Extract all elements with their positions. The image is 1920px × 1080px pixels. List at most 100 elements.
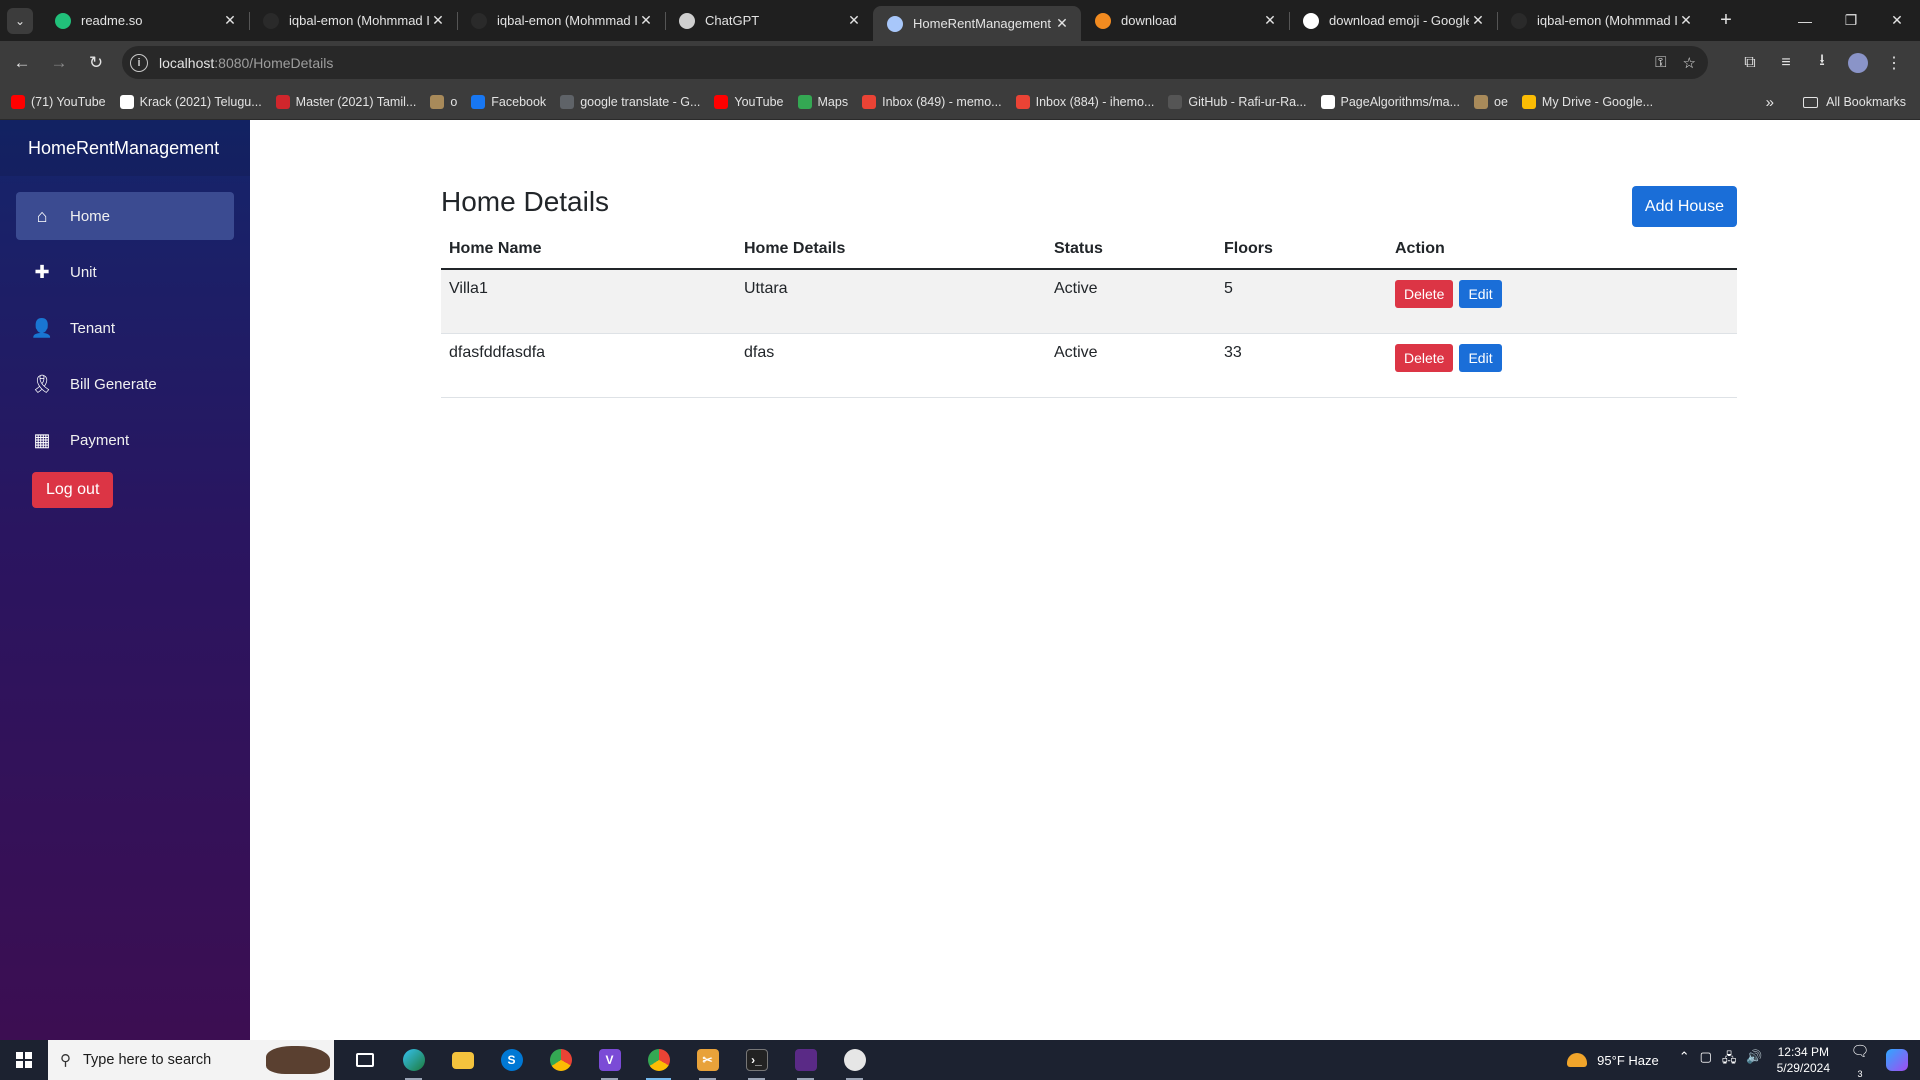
restore-button[interactable]: ❐: [1828, 0, 1874, 41]
bookmark-item[interactable]: PageAlgorithms/ma...: [1320, 94, 1460, 109]
file-explorer-app[interactable]: [438, 1040, 487, 1080]
close-tab-icon[interactable]: ✕: [1677, 12, 1695, 29]
copilot-icon[interactable]: [1886, 1049, 1908, 1071]
clock[interactable]: 12:34 PM 5/29/2024: [1777, 1044, 1830, 1076]
address-bar[interactable]: i localhost:8080/HomeDetails ⚿ ☆: [122, 46, 1708, 79]
sidebar-item-bill-generate[interactable]: 🎗 Bill Generate: [16, 360, 234, 408]
bookmark-item[interactable]: (71) YouTube: [11, 94, 106, 109]
homes-table: Home Name Home Details Status Floors Act…: [441, 229, 1737, 398]
bookmark-item[interactable]: oe: [1474, 94, 1508, 109]
notification-button[interactable]: 🗨3: [1848, 1042, 1872, 1079]
url-text[interactable]: localhost:8080/HomeDetails: [159, 55, 333, 71]
close-tab-icon[interactable]: ✕: [1053, 15, 1071, 32]
bookmark-item[interactable]: Krack (2021) Telugu...: [119, 94, 262, 109]
browser-tab[interactable]: iqbal-emon (Mohmmad I ✕: [1497, 0, 1705, 41]
more-menu-icon[interactable]: ⋮: [1876, 53, 1912, 73]
start-button[interactable]: [0, 1040, 48, 1080]
browser-tab[interactable]: iqbal-emon (Mohmmad I ✕: [457, 0, 665, 41]
bookmark-item[interactable]: YouTube: [714, 94, 784, 109]
close-tab-icon[interactable]: ✕: [429, 12, 447, 29]
bookmark-item[interactable]: google translate - G...: [560, 94, 700, 109]
back-button[interactable]: ←: [7, 48, 37, 78]
all-bookmarks-button[interactable]: All Bookmarks: [1803, 84, 1906, 120]
bookmark-item[interactable]: My Drive - Google...: [1521, 94, 1653, 109]
bookmark-item[interactable]: Inbox (884) - ihemo...: [1015, 94, 1154, 109]
close-window-button[interactable]: ✕: [1874, 0, 1920, 41]
bookmark-item[interactable]: GitHub - Rafi-ur-Ra...: [1168, 94, 1307, 109]
browser-tab[interactable]: download emoji - Google ✕: [1289, 0, 1497, 41]
extensions-icon[interactable]: ⧉: [1732, 54, 1768, 72]
terminal-icon: ›_: [745, 1049, 768, 1071]
ide-app[interactable]: [781, 1040, 830, 1080]
snip-app[interactable]: ✂: [683, 1040, 732, 1080]
delete-button[interactable]: Delete: [1395, 343, 1454, 372]
close-tab-icon[interactable]: ✕: [637, 12, 655, 29]
weather-widget[interactable]: 95°F Haze: [1567, 1053, 1659, 1068]
home-name-cell: Villa1: [441, 269, 736, 334]
chrome-app[interactable]: [536, 1040, 585, 1080]
bookmark-label: YouTube: [734, 94, 784, 109]
terminal-app[interactable]: ›_: [732, 1040, 781, 1080]
close-tab-icon[interactable]: ✕: [845, 12, 863, 29]
media-queue-icon[interactable]: ≡: [1768, 54, 1804, 72]
plus-icon: +: [1720, 9, 1732, 31]
reload-button[interactable]: ↻: [81, 48, 111, 78]
bookmark-favicon-icon: [560, 94, 575, 109]
taskbar-search-box[interactable]: ⚲ Type here to search: [48, 1040, 334, 1080]
close-tab-icon[interactable]: ✕: [221, 12, 239, 29]
visual-studio-app[interactable]: V: [585, 1040, 634, 1080]
column-header: Status: [1046, 229, 1216, 270]
sidebar-item-home[interactable]: ⌂ Home: [16, 192, 234, 240]
folder-icon: [1803, 96, 1819, 108]
bookmark-star-icon[interactable]: ☆: [1683, 54, 1696, 72]
bookmark-item[interactable]: Maps: [797, 94, 848, 109]
password-key-icon[interactable]: ⚿: [1655, 54, 1666, 71]
sidebar-item-unit[interactable]: ✚ Unit: [16, 248, 234, 296]
bookmark-item[interactable]: Master (2021) Tamil...: [275, 94, 416, 109]
sidebar-nav: ⌂ Home ✚ Unit 👤 Tenant 🎗 Bill Generate ▦ Payment: [0, 192, 250, 464]
bookmark-favicon-icon: [1474, 94, 1488, 109]
bookmark-item[interactable]: Facebook: [471, 94, 546, 109]
browser-tab[interactable]: readme.so ✕: [41, 0, 249, 41]
sidebar-item-tenant[interactable]: 👤 Tenant: [16, 304, 234, 352]
database-app[interactable]: [830, 1040, 879, 1080]
skype-app[interactable]: S: [487, 1040, 536, 1080]
downloads-icon[interactable]: ⭳: [1804, 49, 1840, 76]
chevron-up-icon[interactable]: ⌃: [1679, 1049, 1690, 1071]
arrow-right-icon: →: [50, 52, 68, 72]
minimize-button[interactable]: —: [1782, 0, 1828, 41]
bookmark-item[interactable]: Inbox (849) - memo...: [862, 94, 1002, 109]
forward-button[interactable]: →: [44, 48, 74, 78]
browser-tab[interactable]: download ✕: [1081, 0, 1289, 41]
close-tab-icon[interactable]: ✕: [1469, 12, 1487, 29]
task-view-button[interactable]: [340, 1040, 389, 1080]
more-bookmarks-icon[interactable]: »: [1766, 84, 1774, 120]
google-icon: [1303, 12, 1319, 29]
table-row: dfasfddfasdfa dfas Active 33 Delete Edit: [441, 333, 1737, 398]
meet-now-icon[interactable]: ▢: [1700, 1049, 1712, 1071]
edit-button[interactable]: Edit: [1459, 343, 1502, 372]
sidebar-item-label: Unit: [70, 263, 97, 281]
edge-app[interactable]: [389, 1040, 438, 1080]
chrome-profile-app[interactable]: [634, 1040, 683, 1080]
skype-icon: S: [500, 1049, 523, 1071]
sidebar-item-payment[interactable]: ▦ Payment: [16, 416, 234, 464]
browser-tab[interactable]: HomeRentManagement ✕: [873, 6, 1081, 41]
browser-tab[interactable]: ChatGPT ✕: [665, 0, 873, 41]
delete-button[interactable]: Delete: [1395, 280, 1454, 308]
app-brand[interactable]: HomeRentManagement: [0, 120, 250, 176]
new-tab-button[interactable]: +: [1711, 6, 1741, 36]
add-house-button[interactable]: Add House: [1632, 186, 1737, 227]
logout-button[interactable]: Log out: [32, 472, 114, 508]
column-header: Home Name: [441, 229, 736, 270]
site-info-icon[interactable]: i: [130, 53, 148, 72]
tab-search-button[interactable]: ⌄: [7, 7, 33, 34]
github-icon: [1511, 12, 1527, 29]
bookmark-item[interactable]: o: [430, 94, 457, 109]
close-tab-icon[interactable]: ✕: [1261, 12, 1279, 29]
volume-icon[interactable]: 🔊: [1746, 1049, 1762, 1071]
profile-avatar[interactable]: [1848, 52, 1868, 73]
browser-tab[interactable]: iqbal-emon (Mohmmad I ✕: [249, 0, 457, 41]
network-icon[interactable]: 🖧: [1722, 1049, 1737, 1071]
edit-button[interactable]: Edit: [1459, 280, 1502, 308]
